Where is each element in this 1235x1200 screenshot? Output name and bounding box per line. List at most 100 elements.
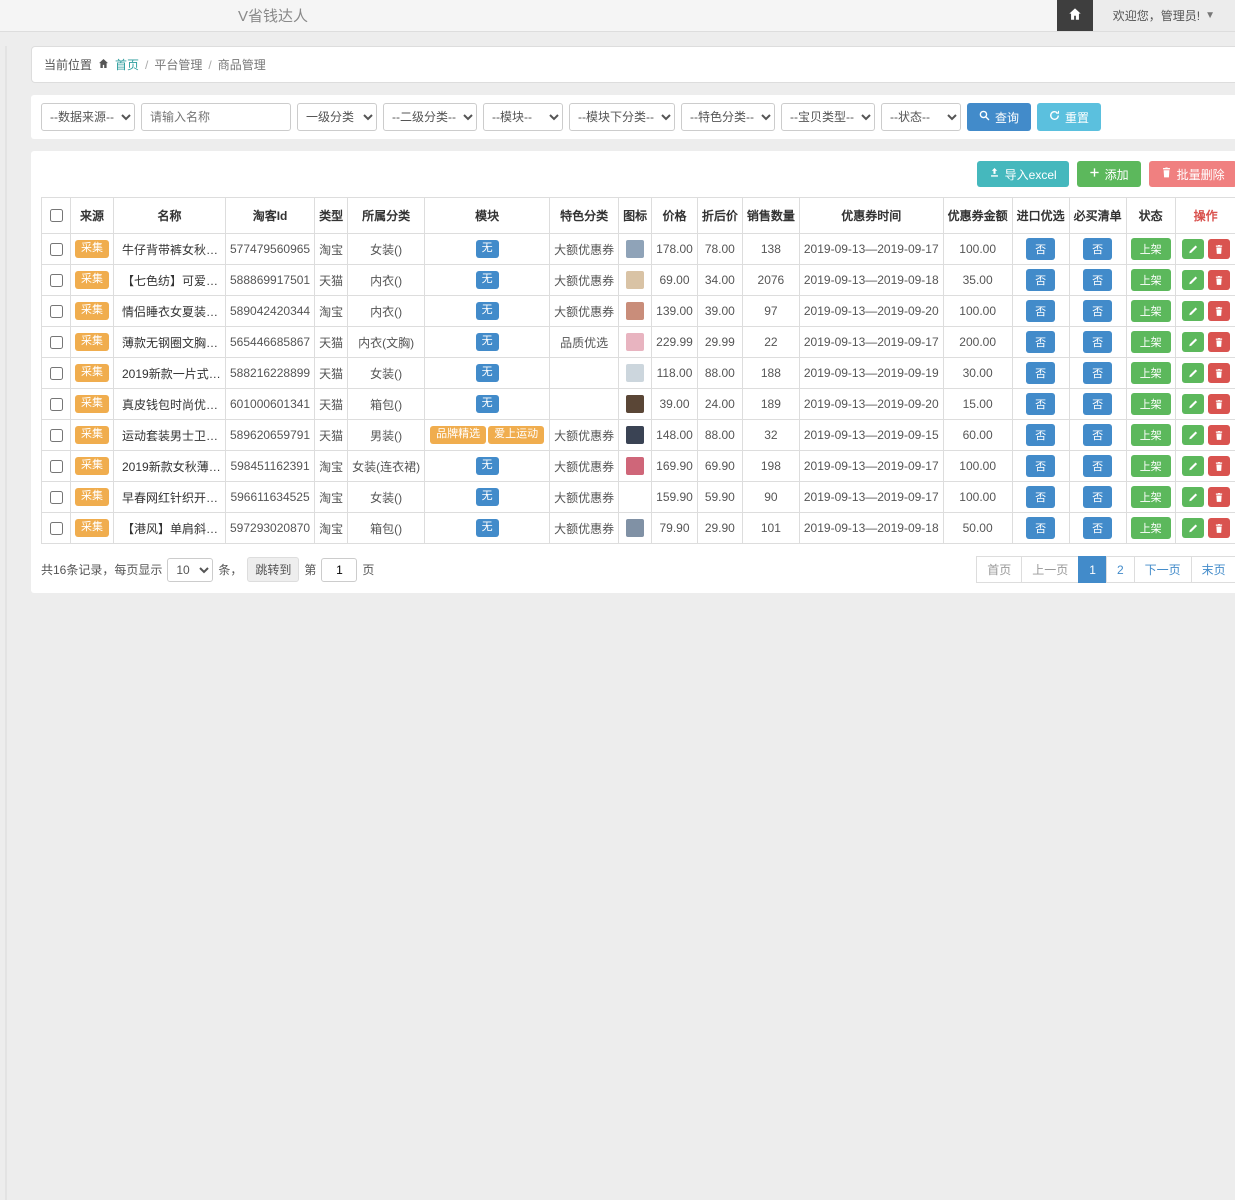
row-checkbox[interactable] (50, 491, 63, 504)
page-number-input[interactable] (321, 558, 357, 582)
import-select-toggle[interactable]: 否 (1026, 486, 1055, 508)
must-buy-toggle[interactable]: 否 (1083, 455, 1112, 477)
delete-button[interactable] (1208, 487, 1230, 507)
delete-button[interactable] (1208, 394, 1230, 414)
sidebar-item[interactable]: 模块商品分类 (6, 424, 7, 541)
row-checkbox[interactable] (50, 398, 63, 411)
add-button[interactable]: 添加 (1077, 161, 1141, 187)
filter-select[interactable]: --状态-- (881, 103, 961, 131)
import-excel-button[interactable]: 导入excel (977, 161, 1069, 187)
must-buy-toggle[interactable]: 否 (1083, 300, 1112, 322)
pagination-button[interactable]: 首页 (976, 556, 1022, 583)
edit-button[interactable] (1182, 425, 1204, 445)
status-button[interactable]: 上架 (1131, 269, 1171, 291)
must-buy-toggle[interactable]: 否 (1083, 238, 1112, 260)
must-buy-toggle[interactable]: 否 (1083, 517, 1112, 539)
pagination-button[interactable]: 上一页 (1021, 556, 1079, 583)
import-select-toggle[interactable]: 否 (1026, 269, 1055, 291)
edit-button[interactable] (1182, 456, 1204, 476)
sidebar-item[interactable]: 用户管理 (6, 151, 7, 246)
sidebar-item[interactable]: 宣传物料 (6, 707, 7, 790)
status-button[interactable]: 上架 (1131, 455, 1171, 477)
filter-select[interactable]: --二级分类-- (383, 103, 477, 131)
batch-delete-button[interactable]: 批量删除 (1149, 161, 1235, 187)
import-select-toggle[interactable]: 否 (1026, 300, 1055, 322)
status-button[interactable]: 上架 (1131, 331, 1171, 353)
filter-select[interactable]: --特色分类-- (681, 103, 775, 131)
delete-button[interactable] (1208, 270, 1230, 290)
sidebar-item[interactable]: 平台管理 (6, 246, 7, 341)
status-button[interactable]: 上架 (1131, 424, 1171, 446)
delete-button[interactable] (1208, 363, 1230, 383)
import-select-toggle[interactable]: 否 (1026, 362, 1055, 384)
pagination-button[interactable]: 1 (1078, 556, 1107, 583)
must-buy-toggle[interactable]: 否 (1083, 424, 1112, 446)
sidebar-item[interactable]: 版本管理 (6, 790, 7, 873)
sidebar-item[interactable]: 平台配置 (6, 1139, 7, 1200)
cell-checkbox (42, 358, 71, 389)
per-page-select[interactable]: 10 (167, 558, 213, 582)
search-button[interactable]: 查询 (967, 103, 1031, 131)
row-checkbox[interactable] (50, 429, 63, 442)
filter-select[interactable]: --模块下分类-- (569, 103, 675, 131)
edit-button[interactable] (1182, 363, 1204, 383)
home-button[interactable] (1057, 0, 1093, 31)
pagination-button[interactable]: 末页 (1191, 556, 1235, 583)
edit-button[interactable] (1182, 518, 1204, 538)
delete-button[interactable] (1208, 239, 1230, 259)
edit-button[interactable] (1182, 487, 1204, 507)
delete-button[interactable] (1208, 456, 1230, 476)
row-checkbox[interactable] (50, 305, 63, 318)
must-buy-toggle[interactable]: 否 (1083, 393, 1112, 415)
edit-button[interactable] (1182, 332, 1204, 352)
must-buy-toggle[interactable]: 否 (1083, 269, 1112, 291)
delete-button[interactable] (1208, 518, 1230, 538)
import-select-toggle[interactable]: 否 (1026, 238, 1055, 260)
status-button[interactable]: 上架 (1131, 486, 1171, 508)
must-buy-toggle[interactable]: 否 (1083, 331, 1112, 353)
import-select-toggle[interactable]: 否 (1026, 517, 1055, 539)
must-buy-toggle[interactable]: 否 (1083, 362, 1112, 384)
status-button[interactable]: 上架 (1131, 362, 1171, 384)
row-checkbox[interactable] (50, 367, 63, 380)
breadcrumb-home-link[interactable]: 首页 (115, 56, 139, 73)
pagination-button[interactable]: 2 (1106, 556, 1135, 583)
row-checkbox[interactable] (50, 243, 63, 256)
import-select-toggle[interactable]: 否 (1026, 455, 1055, 477)
status-button[interactable]: 上架 (1131, 300, 1171, 322)
edit-button[interactable] (1182, 394, 1204, 414)
sidebar-item[interactable]: 启动页管理 (6, 956, 7, 1056)
status-button[interactable]: 上架 (1131, 517, 1171, 539)
jump-button[interactable]: 跳转到 (247, 557, 299, 582)
row-checkbox[interactable] (50, 274, 63, 287)
pagination-button[interactable]: 下一页 (1134, 556, 1192, 583)
filter-select[interactable]: --数据来源-- (41, 103, 135, 131)
sidebar-item[interactable]: 特色分类 (6, 541, 7, 624)
delete-button[interactable] (1208, 301, 1230, 321)
edit-button[interactable] (1182, 301, 1204, 321)
edit-button[interactable] (1182, 239, 1204, 259)
import-select-toggle[interactable]: 否 (1026, 393, 1055, 415)
sidebar-item[interactable]: 商品管理 (6, 624, 7, 707)
status-button[interactable]: 上架 (1131, 238, 1171, 260)
sidebar-item[interactable]: 轮播管理 (6, 873, 7, 956)
filter-select[interactable]: 一级分类 (297, 103, 377, 131)
import-select-toggle[interactable]: 否 (1026, 424, 1055, 446)
user-menu[interactable]: 欢迎您，管理员! ▼ (1093, 0, 1235, 31)
must-buy-toggle[interactable]: 否 (1083, 486, 1112, 508)
row-checkbox[interactable] (50, 336, 63, 349)
sidebar-item[interactable]: 意见反馈 (6, 1056, 7, 1139)
sidebar-item[interactable]: 商品分类 (6, 341, 7, 424)
import-select-toggle[interactable]: 否 (1026, 331, 1055, 353)
select-all-checkbox[interactable] (50, 209, 63, 222)
edit-button[interactable] (1182, 270, 1204, 290)
row-checkbox[interactable] (50, 522, 63, 535)
row-checkbox[interactable] (50, 460, 63, 473)
delete-button[interactable] (1208, 332, 1230, 352)
status-button[interactable]: 上架 (1131, 393, 1171, 415)
delete-button[interactable] (1208, 425, 1230, 445)
filter-select[interactable]: --模块-- (483, 103, 563, 131)
reset-button[interactable]: 重置 (1037, 103, 1101, 131)
name-search-input[interactable] (141, 103, 291, 131)
filter-select[interactable]: --宝贝类型-- (781, 103, 875, 131)
